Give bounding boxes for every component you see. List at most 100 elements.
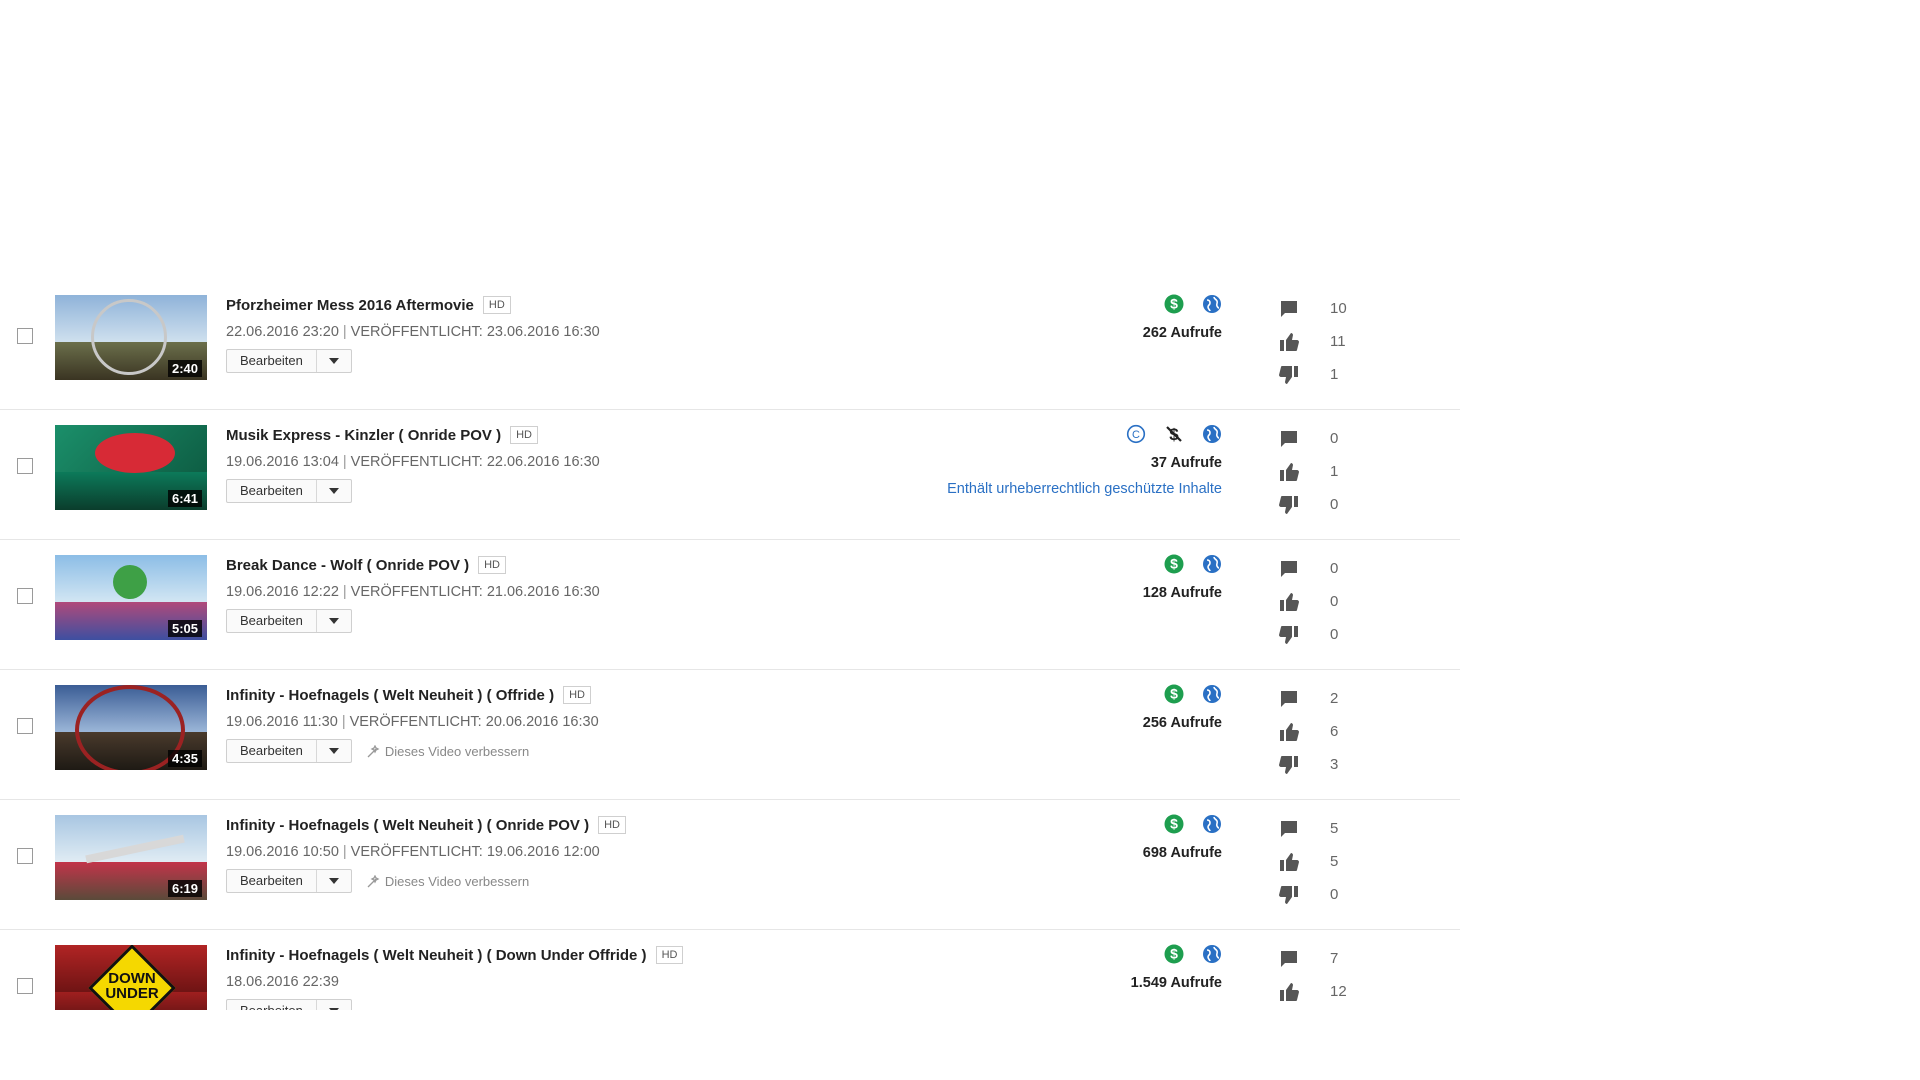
video-row: 2:40 Pforzheimer Mess 2016 Aftermovie HD… bbox=[0, 280, 1460, 410]
hd-badge: HD bbox=[655, 946, 684, 964]
no-dollar-icon[interactable]: $ bbox=[1164, 424, 1184, 444]
edit-button[interactable]: Bearbeiten bbox=[226, 999, 352, 1010]
status-icons: $ bbox=[822, 812, 1222, 836]
edit-label: Bearbeiten bbox=[227, 610, 317, 632]
edit-button[interactable]: Bearbeiten bbox=[226, 349, 352, 373]
globe-icon[interactable] bbox=[1202, 294, 1222, 314]
row-checkbox[interactable] bbox=[17, 848, 33, 864]
copyright-icon[interactable]: C bbox=[1126, 424, 1146, 444]
video-title[interactable]: Infinity - Hoefnagels ( Welt Neuheit ) (… bbox=[226, 947, 647, 964]
thumbs-up-icon bbox=[1277, 980, 1301, 1004]
svg-text:$: $ bbox=[1170, 946, 1178, 962]
dollar-icon[interactable]: $ bbox=[1164, 814, 1184, 834]
svg-text:$: $ bbox=[1170, 816, 1178, 832]
video-row: 6:19 Infinity - Hoefnagels ( Welt Neuhei… bbox=[0, 800, 1460, 930]
dropdown-arrow-icon[interactable] bbox=[317, 480, 351, 502]
edit-label: Bearbeiten bbox=[227, 740, 317, 762]
status-icons: $ bbox=[822, 942, 1222, 966]
published-date: 23.06.2016 16:30 bbox=[486, 324, 600, 340]
video-dates: 19.06.2016 11:30 | VERÖFFENTLICHT: 20.06.2… bbox=[226, 714, 599, 730]
improve-video-link[interactable]: Dieses Video verbessern bbox=[367, 744, 529, 759]
hd-badge: HD bbox=[510, 426, 538, 444]
edit-button[interactable]: Bearbeiten bbox=[226, 869, 352, 893]
duration-badge: 2:40 bbox=[167, 360, 202, 377]
dropdown-arrow-icon[interactable] bbox=[317, 870, 351, 892]
dropdown-arrow-icon[interactable] bbox=[317, 1000, 351, 1010]
svg-text:$: $ bbox=[1170, 686, 1178, 702]
status-icons: $ bbox=[822, 552, 1222, 576]
video-row: 6:41 Musik Express - Kinzler ( Onride PO… bbox=[0, 410, 1460, 540]
edit-button[interactable]: Bearbeiten bbox=[226, 739, 352, 763]
video-row: 5:05 Break Dance - Wolf ( Onride POV ) H… bbox=[0, 540, 1460, 670]
video-thumbnail[interactable]: 5:05 bbox=[55, 555, 207, 640]
dropdown-arrow-icon[interactable] bbox=[317, 610, 351, 632]
video-title[interactable]: Pforzheimer Mess 2016 Aftermovie bbox=[226, 297, 474, 314]
video-title[interactable]: Break Dance - Wolf ( Onride POV ) bbox=[226, 557, 469, 574]
engagement-stats: 0 1 0 bbox=[1277, 422, 1338, 521]
video-title[interactable]: Infinity - Hoefnagels ( Welt Neuheit ) (… bbox=[226, 687, 554, 704]
thumbs-up-icon bbox=[1277, 330, 1301, 354]
magic-wand-icon bbox=[367, 874, 380, 887]
comment-count[interactable]: 5 bbox=[1330, 820, 1338, 837]
comment-count[interactable]: 0 bbox=[1330, 430, 1338, 447]
video-thumbnail[interactable]: DOWN UNDER bbox=[55, 945, 207, 1010]
duration-badge: 6:19 bbox=[167, 880, 202, 897]
dollar-icon[interactable]: $ bbox=[1164, 944, 1184, 964]
improve-video-link[interactable]: Dieses Video verbessern bbox=[367, 874, 529, 889]
svg-text:$: $ bbox=[1170, 556, 1178, 572]
like-count: 11 bbox=[1330, 333, 1346, 350]
dollar-icon[interactable]: $ bbox=[1164, 684, 1184, 704]
magic-wand-icon bbox=[367, 744, 380, 757]
video-thumbnail[interactable]: 6:41 bbox=[55, 425, 207, 510]
globe-icon[interactable] bbox=[1202, 814, 1222, 834]
globe-icon[interactable] bbox=[1202, 424, 1222, 444]
comment-count[interactable]: 10 bbox=[1330, 300, 1347, 317]
dislike-count: 0 bbox=[1330, 886, 1339, 903]
globe-icon[interactable] bbox=[1202, 684, 1222, 704]
published-date: 21.06.2016 16:30 bbox=[486, 584, 600, 600]
edit-button[interactable]: Bearbeiten bbox=[226, 609, 352, 633]
copyright-claim-link[interactable]: Enthält urheberrechtlich geschützte Inha… bbox=[822, 481, 1222, 497]
published-date: 19.06.2016 12:00 bbox=[486, 844, 600, 860]
video-dates: 19.06.2016 13:04 | VERÖFFENTLICHT: 22.06.2… bbox=[226, 454, 600, 470]
row-checkbox[interactable] bbox=[17, 588, 33, 604]
view-count: 128 Aufrufe bbox=[1142, 585, 1222, 601]
video-thumbnail[interactable]: 2:40 bbox=[55, 295, 207, 380]
row-checkbox[interactable] bbox=[17, 978, 33, 994]
comment-count[interactable]: 7 bbox=[1330, 950, 1338, 967]
video-dates: 18.06.2016 22:39 bbox=[226, 974, 683, 990]
row-checkbox[interactable] bbox=[17, 718, 33, 734]
dislike-count: 3 bbox=[1330, 756, 1339, 773]
hd-badge: HD bbox=[563, 686, 591, 704]
row-checkbox[interactable] bbox=[17, 458, 33, 474]
video-thumbnail[interactable]: 4:35 bbox=[55, 685, 207, 770]
upload-date: 19.06.2016 11:30 bbox=[226, 714, 338, 730]
globe-icon[interactable] bbox=[1202, 944, 1222, 964]
video-title[interactable]: Infinity - Hoefnagels ( Welt Neuheit ) (… bbox=[226, 817, 589, 834]
engagement-stats: 7 12 bbox=[1277, 942, 1347, 1008]
like-count: 1 bbox=[1330, 463, 1339, 480]
row-checkbox[interactable] bbox=[17, 328, 33, 344]
comment-icon bbox=[1277, 297, 1301, 321]
dropdown-arrow-icon[interactable] bbox=[317, 350, 351, 372]
comment-count[interactable]: 0 bbox=[1330, 560, 1338, 577]
view-count: 1.549 Aufrufe bbox=[1130, 975, 1222, 991]
engagement-stats: 10 11 1 bbox=[1277, 292, 1347, 391]
dollar-icon[interactable]: $ bbox=[1164, 294, 1184, 314]
thumbs-up-icon bbox=[1277, 460, 1301, 484]
upload-date: 18.06.2016 22:39 bbox=[226, 974, 339, 990]
thumbs-down-icon bbox=[1277, 753, 1301, 777]
globe-icon[interactable] bbox=[1202, 554, 1222, 574]
thumbnail-text: DOWN UNDER bbox=[105, 970, 159, 1002]
video-thumbnail[interactable]: 6:19 bbox=[55, 815, 207, 900]
dollar-icon[interactable]: $ bbox=[1164, 554, 1184, 574]
video-row: 4:35 Infinity - Hoefnagels ( Welt Neuhei… bbox=[0, 670, 1460, 800]
thumbs-down-icon bbox=[1277, 883, 1301, 907]
comment-count[interactable]: 2 bbox=[1330, 690, 1338, 707]
edit-button[interactable]: Bearbeiten bbox=[226, 479, 352, 503]
video-dates: 19.06.2016 12:22 | VERÖFFENTLICHT: 21.06.2… bbox=[226, 584, 600, 600]
video-title[interactable]: Musik Express - Kinzler ( Onride POV ) bbox=[226, 427, 501, 444]
improve-label: Dieses Video verbessern bbox=[384, 743, 530, 759]
edit-label: Bearbeiten bbox=[227, 870, 317, 892]
dropdown-arrow-icon[interactable] bbox=[317, 740, 351, 762]
